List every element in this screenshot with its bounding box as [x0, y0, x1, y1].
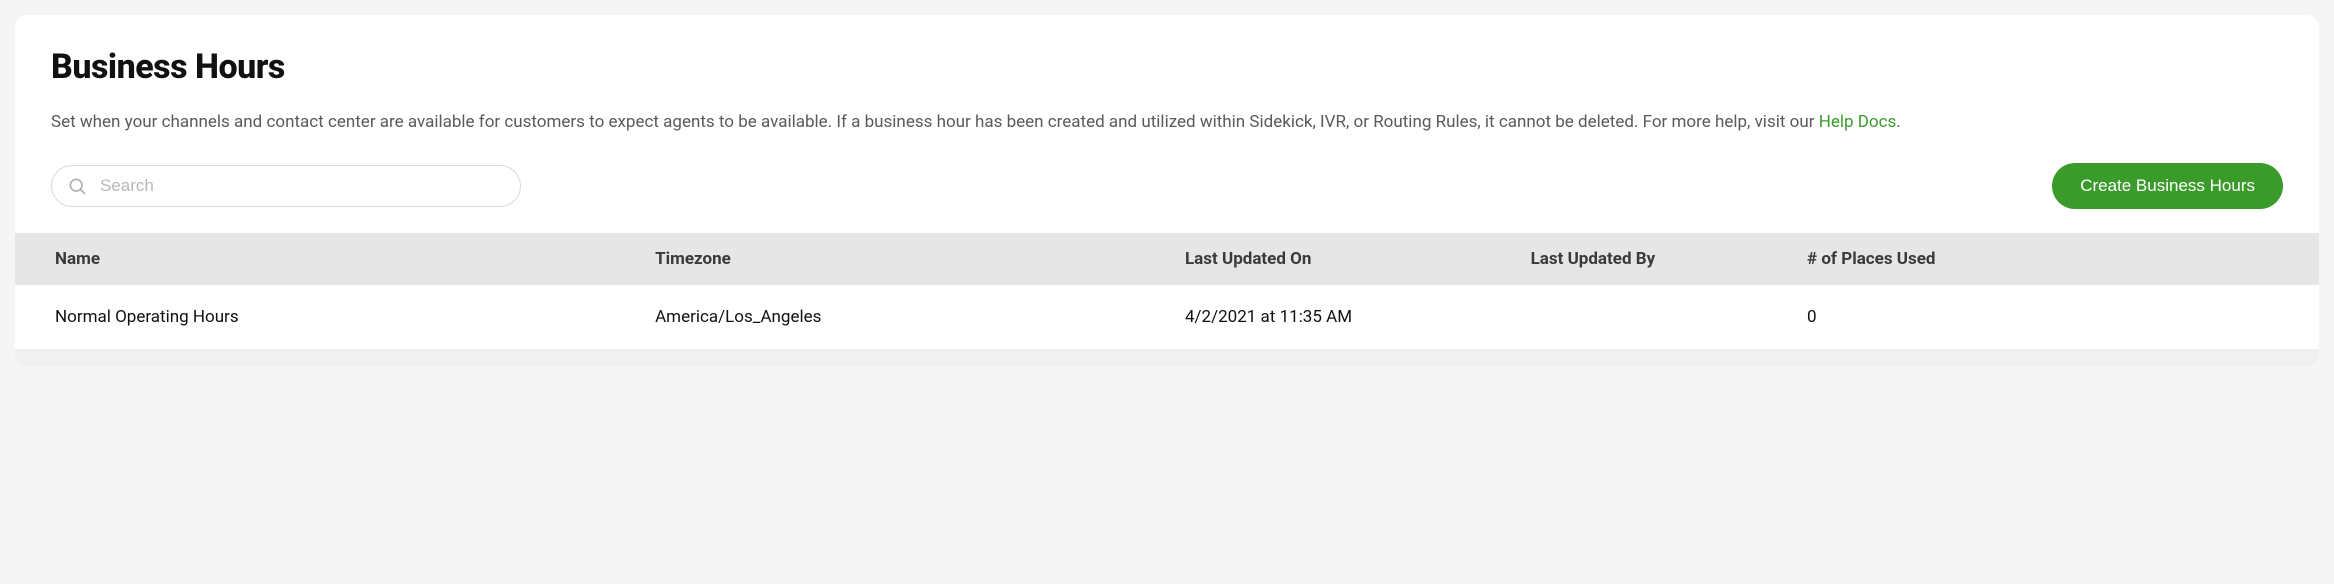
description-text: Set when your channels and contact cente…	[51, 112, 1819, 132]
search-wrap	[51, 165, 521, 207]
business-hours-card: Business Hours Set when your channels an…	[15, 15, 2319, 367]
page-description: Set when your channels and contact cente…	[51, 109, 2283, 135]
create-business-hours-button[interactable]: Create Business Hours	[2052, 163, 2283, 209]
search-input[interactable]	[51, 165, 521, 207]
column-header-timezone: Timezone	[637, 233, 1167, 285]
help-docs-link[interactable]: Help Docs	[1819, 112, 1897, 132]
toolbar: Create Business Hours	[51, 163, 2283, 209]
column-header-last-updated-on: Last Updated On	[1167, 233, 1513, 285]
column-header-last-updated-by: Last Updated By	[1513, 233, 1789, 285]
cell-name: Normal Operating Hours	[15, 285, 637, 349]
description-suffix: .	[1896, 112, 1900, 132]
column-header-name: Name	[15, 233, 637, 285]
page-title: Business Hours	[51, 47, 2283, 87]
cell-last-updated-on: 4/2/2021 at 11:35 AM	[1167, 285, 1513, 349]
cell-last-updated-by	[1513, 285, 1789, 349]
table-footer-spacer	[15, 349, 2319, 367]
card-header-area: Business Hours Set when your channels an…	[15, 47, 2319, 209]
column-header-places-used: # of Places Used	[1789, 233, 2319, 285]
cell-timezone: America/Los_Angeles	[637, 285, 1167, 349]
business-hours-table: Name Timezone Last Updated On Last Updat…	[15, 233, 2319, 349]
cell-places-used: 0	[1789, 285, 2319, 349]
table-header-row: Name Timezone Last Updated On Last Updat…	[15, 233, 2319, 285]
table-row[interactable]: Normal Operating Hours America/Los_Angel…	[15, 285, 2319, 349]
